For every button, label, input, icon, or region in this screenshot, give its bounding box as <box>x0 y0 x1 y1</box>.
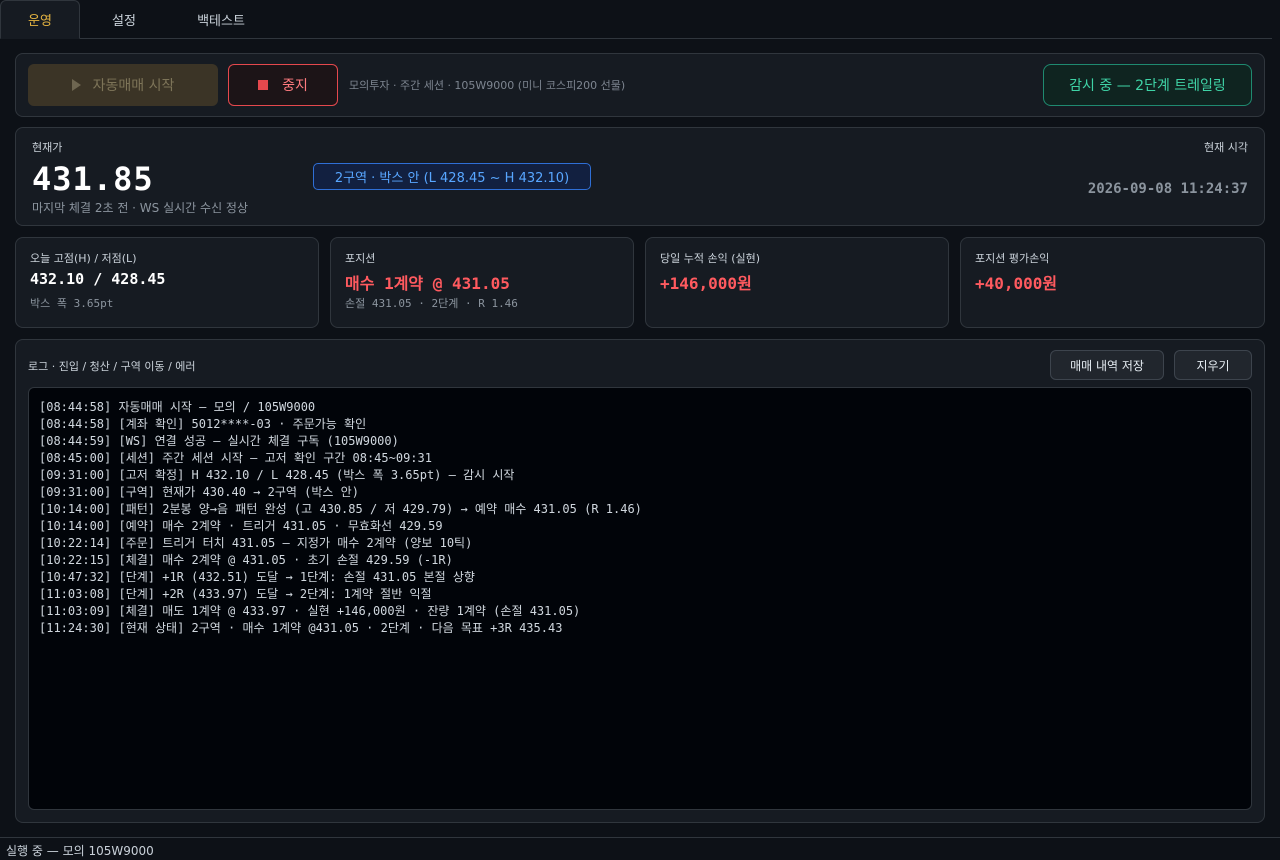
realized-pnl-card: 당일 누적 손익 (실현) +146,000원 <box>645 237 949 328</box>
log-line: [08:44:58] [계좌 확인] 5012****-03 · 주문가능 확인 <box>39 417 367 431</box>
log-line: [08:44:58] 자동매매 시작 — 모의 / 105W9000 <box>39 400 316 414</box>
card-subtext: 손절 431.05 · 2단계 · R 1.46 <box>345 297 518 310</box>
session-info: 모의투자 · 주간 세션 · 105W9000 (미니 코스피200 선물) <box>349 79 626 92</box>
card-value: 432.10 / 428.45 <box>30 270 166 288</box>
card-subtext: 박스 폭 3.65pt <box>30 297 114 310</box>
log-line: [11:03:08] [단계] +2R (433.97) 도달 → 2단계: 1… <box>39 587 432 601</box>
log-line: [10:22:14] [주문] 트리거 터치 431.05 — 지정가 매수 2… <box>39 536 473 550</box>
log-header: 로그 · 진입 / 청산 / 구역 이동 / 에러 <box>28 360 196 373</box>
log-output[interactable]: [08:44:58] 자동매매 시작 — 모의 / 105W9000 [08:44… <box>28 387 1252 810</box>
card-value: 매수 1계약 @ 431.05 <box>345 274 510 293</box>
zone-badge: 2구역 · 박스 안 (L 428.45 ~ H 432.10) <box>313 163 591 190</box>
log-line: [09:31:00] [구역] 현재가 430.40 → 2구역 (박스 안) <box>39 485 359 499</box>
stop-icon <box>258 80 269 90</box>
clear-log-button[interactable]: 지우기 <box>1174 350 1252 380</box>
monitoring-status-badge: 감시 중 — 2단계 트레일링 <box>1043 64 1252 106</box>
day-high-low-card: 오늘 고점(H) / 저점(L) 432.10 / 428.45 박스 폭 3.… <box>15 237 319 328</box>
log-line: [08:45:00] [세션] 주간 세션 시작 — 고저 확인 구간 08:4… <box>39 451 432 465</box>
control-panel: 자동매매 시작 중지 모의투자 · 주간 세션 · 105W9000 (미니 코… <box>15 53 1265 117</box>
stop-button[interactable]: 중지 <box>228 64 338 106</box>
log-panel: 로그 · 진입 / 청산 / 구역 이동 / 에러 매매 내역 저장 지우기 [… <box>15 339 1265 823</box>
unrealized-pnl-card: 포지션 평가손익 +40,000원 <box>960 237 1265 328</box>
current-price-label: 현재가 <box>32 141 63 154</box>
save-trades-button[interactable]: 매매 내역 저장 <box>1050 350 1164 380</box>
stop-label: 중지 <box>282 78 308 94</box>
position-card: 포지션 매수 1계약 @ 431.05 손절 431.05 · 2단계 · R … <box>330 237 634 328</box>
log-line: [10:14:00] [패턴] 2분봉 양→음 패턴 완성 (고 430.85 … <box>39 502 642 516</box>
price-panel: 현재가 431.85 마지막 체결 2초 전 · WS 실시간 수신 정상 2구… <box>15 127 1265 226</box>
card-title: 포지션 <box>345 252 376 265</box>
current-price-value: 431.85 <box>32 160 154 198</box>
tab-bar: 운영 설정 백테스트 <box>0 0 1272 39</box>
card-value: +146,000원 <box>660 274 752 293</box>
card-value: +40,000원 <box>975 274 1058 293</box>
card-title: 오늘 고점(H) / 저점(L) <box>30 252 137 265</box>
log-line: [10:22:15] [체결] 매수 2계약 @ 431.05 · 초기 손절 … <box>39 553 453 567</box>
log-line: [09:31:00] [고저 확정] H 432.10 / L 428.45 (… <box>39 468 515 482</box>
feed-status-text: 마지막 체결 2초 전 · WS 실시간 수신 정상 <box>32 201 249 215</box>
start-trading-button[interactable]: 자동매매 시작 <box>28 64 218 106</box>
card-title: 당일 누적 손익 (실현) <box>660 252 761 265</box>
tab-settings[interactable]: 설정 <box>84 0 164 39</box>
status-bar: 실행 중 — 모의 105W9000 <box>0 837 1280 860</box>
log-line: [11:03:09] [체결] 매도 1계약 @ 433.97 · 실현 +14… <box>39 604 581 618</box>
log-line: [11:24:30] [현재 상태] 2구역 · 매수 1계약 @431.05 … <box>39 621 563 635</box>
log-line: [10:14:00] [예약] 매수 2계약 · 트리거 431.05 · 무효… <box>39 519 443 533</box>
current-time-value: 2026-09-08 11:24:37 <box>1087 181 1248 197</box>
log-line: [10:47:32] [단계] +1R (432.51) 도달 → 1단계: 손… <box>39 570 475 584</box>
start-trading-label: 자동매매 시작 <box>92 78 175 94</box>
card-title: 포지션 평가손익 <box>975 252 1050 265</box>
log-line: [08:44:59] [WS] 연결 성공 — 실시간 체결 구독 (105W9… <box>39 434 399 448</box>
tab-operation[interactable]: 운영 <box>0 0 80 39</box>
current-time-label: 현재 시각 <box>1204 141 1248 154</box>
play-icon <box>71 79 81 91</box>
tab-backtest[interactable]: 백테스트 <box>180 0 262 39</box>
